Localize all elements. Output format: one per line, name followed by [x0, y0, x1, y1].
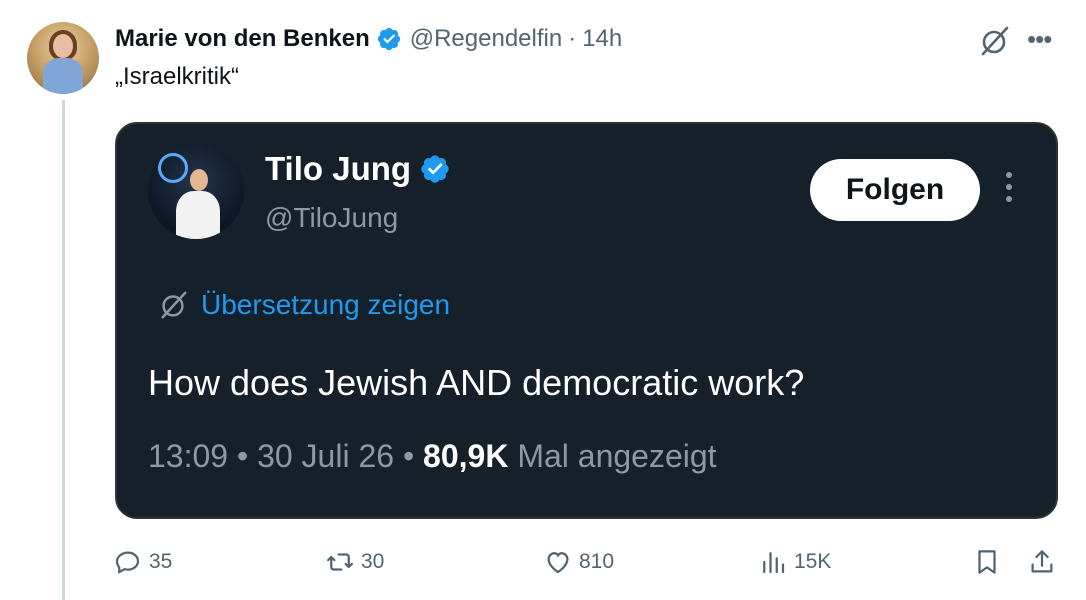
thread-line	[62, 100, 65, 600]
reply-icon	[115, 551, 140, 574]
bookmark-button[interactable]	[972, 540, 1008, 584]
follow-button[interactable]: Folgen	[810, 159, 980, 221]
action-bar: 35 30 810 15K	[0, 540, 1086, 584]
quoted-author-name-row: Tilo Jung	[265, 150, 451, 188]
quoted-post-meta: 13:09 • 30 Juli 26 • 80,9K Mal angezeigt	[148, 438, 717, 474]
like-count: 810	[579, 550, 615, 573]
author-avatar[interactable]	[27, 22, 99, 94]
verified-badge-icon	[377, 27, 400, 51]
quoted-post-card[interactable]: Tilo Jung @TiloJung Folgen Übersetzung z…	[115, 122, 1058, 519]
post-header: Marie von den Benken @Regendelfin · 14h	[115, 24, 622, 54]
more-vertical-icon[interactable]	[1005, 172, 1013, 208]
more-icon[interactable]: •••	[1027, 26, 1052, 52]
quoted-post-text: How does Jewish AND democratic work?	[148, 362, 805, 403]
quoted-post-time[interactable]: 13:09	[148, 438, 228, 474]
share-icon	[1031, 550, 1053, 573]
quoted-post-views-count: 80,9K	[423, 438, 509, 474]
views-button[interactable]: 15K	[758, 540, 831, 584]
share-button[interactable]	[1027, 540, 1063, 584]
views-icon	[763, 552, 785, 574]
quoted-post-views-label: Mal angezeigt	[517, 438, 717, 474]
bookmark-icon	[978, 550, 996, 574]
author-handle[interactable]: @Regendelfin	[410, 25, 562, 53]
quoted-author-handle[interactable]: @TiloJung	[265, 202, 398, 234]
author-name[interactable]: Marie von den Benken	[115, 25, 370, 53]
quoted-author-avatar[interactable]	[148, 143, 244, 239]
like-icon	[547, 552, 569, 574]
verified-badge-icon	[421, 155, 449, 183]
like-button[interactable]: 810	[543, 540, 614, 584]
repost-icon	[327, 553, 353, 571]
meta-separator: ·	[568, 25, 577, 52]
repost-count: 30	[361, 550, 385, 573]
reply-button[interactable]: 35	[113, 540, 172, 584]
reply-count: 35	[149, 550, 173, 573]
post-text: „Israelkritik“	[115, 63, 239, 90]
post-time[interactable]: 14h	[582, 25, 622, 53]
quoted-post-date[interactable]: 30 Juli 26	[257, 438, 394, 474]
show-translation-label: Übersetzung zeigen	[201, 289, 451, 320]
views-count: 15K	[794, 550, 832, 573]
show-translation-link[interactable]: Übersetzung zeigen	[157, 289, 450, 321]
translate-icon	[161, 291, 187, 319]
translate-icon[interactable]	[977, 24, 1011, 58]
repost-button[interactable]: 30	[325, 540, 384, 584]
quoted-author-name[interactable]: Tilo Jung	[265, 150, 411, 188]
